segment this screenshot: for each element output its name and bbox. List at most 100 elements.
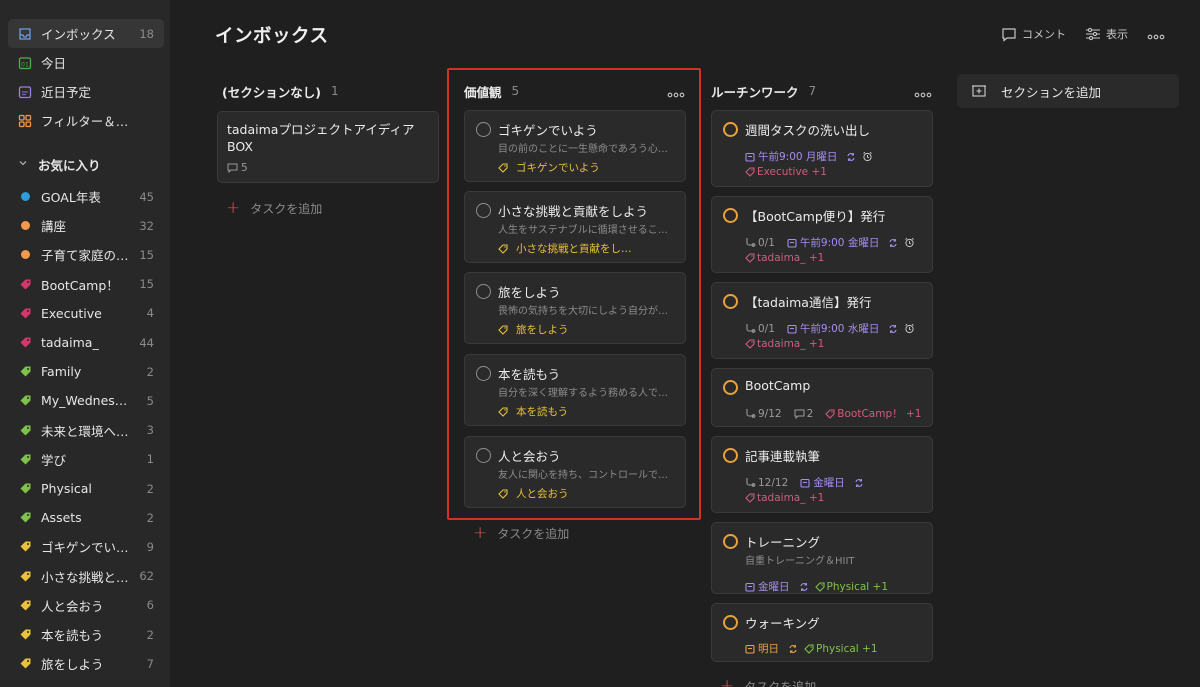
favorite-item[interactable]: 旅をしよう 7 [8, 649, 164, 678]
project-dot-icon [18, 219, 32, 233]
task-meta: 0/1 午前9:00 金曜日 [745, 235, 921, 250]
add-section-icon [971, 83, 987, 99]
label-tag-icon [18, 511, 32, 525]
view-button[interactable]: 表示 [1085, 26, 1128, 42]
label-tag-icon [18, 540, 32, 554]
section-header-values: 価値観 5 [464, 80, 519, 102]
task-checkbox[interactable] [476, 366, 491, 381]
task-checkbox[interactable] [723, 448, 738, 463]
task-meta: 明日 Physical +1 [745, 641, 890, 656]
comment-icon [1001, 27, 1017, 42]
task-checkbox[interactable] [723, 122, 738, 137]
favorite-label: My_Wednes… [41, 393, 128, 409]
add-task-button[interactable]: + タスクを追加 [226, 198, 322, 218]
add-section-button[interactable]: セクションを追加 [957, 74, 1179, 108]
subtask-progress: 9/12 [745, 408, 788, 420]
more-options-button[interactable] [1147, 30, 1165, 43]
task-checkbox[interactable] [723, 615, 738, 630]
task-label-text: tadaima_ +1 [757, 252, 825, 264]
task-checkbox[interactable] [476, 284, 491, 299]
task-label-text: Physical +1 [826, 580, 889, 593]
task-card[interactable]: 旅をしよう畏怖の気持ちを大切にしよう自分が小さく感じる体験旅をしよう [464, 272, 686, 344]
favorites-header[interactable]: お気に入り [18, 152, 164, 176]
favorite-item[interactable]: 学び 1 [8, 445, 164, 474]
nav-inbox[interactable]: インボックス 18 [8, 19, 164, 48]
task-card[interactable]: 週間タスクの洗い出し 午前9:00 月曜日 Executive +1 [711, 110, 933, 187]
favorite-item[interactable]: 子育て家庭の… 15 [8, 240, 164, 269]
task-checkbox[interactable] [723, 294, 738, 309]
section-more-button[interactable] [667, 84, 687, 98]
task-card[interactable]: BootCamp 9/12 2 BootCamp！ +1 [711, 368, 933, 427]
favorite-item[interactable]: Assets 2 [8, 503, 164, 532]
alarm-icon [862, 151, 873, 162]
task-checkbox[interactable] [476, 203, 491, 218]
task-label: 人と会おう [516, 488, 569, 500]
task-card[interactable]: tadaimaプロジェクトアイディア BOX 5 [217, 111, 439, 183]
due-date: 金曜日 [800, 475, 864, 490]
task-title: ウォーキング [745, 616, 820, 631]
calendar-today-icon: 01 [18, 56, 32, 70]
task-card[interactable]: 【tadaima通信】発行 0/1 午前9:00 水曜日 tadaima_ +1 [711, 282, 933, 359]
task-label: Physical +1 [804, 643, 884, 655]
task-meta: 本を読もう [498, 404, 574, 419]
task-card[interactable]: 記事連載執筆 12/12 金曜日 tadaima_ +1 [711, 436, 933, 513]
label-tag-icon [498, 406, 510, 417]
task-meta: 午前9:00 月曜日 [745, 149, 879, 164]
favorite-label: 未来と環境へ… [41, 423, 129, 439]
task-card[interactable]: ゴキゲンでいよう目の前のことに一生懸命であろう心がけようゴキゲンでいよう [464, 110, 686, 182]
task-card[interactable]: 小さな挑戦と貢献をしよう人生をサステナブルに循環させることを意識しよう小さな挑戦… [464, 191, 686, 263]
favorite-item[interactable]: ゴキゲンでい… 9 [8, 532, 164, 561]
add-task-button[interactable]: + タスクを追加 [720, 676, 816, 687]
task-label: 旅をしよう [516, 324, 569, 336]
nav-label: 近日予定 [41, 85, 92, 100]
task-checkbox[interactable] [723, 208, 738, 223]
task-card[interactable]: ウォーキング明日 Physical +1 [711, 603, 933, 662]
task-checkbox[interactable] [723, 534, 738, 549]
task-label: tadaima_ +1 [745, 338, 830, 350]
task-card[interactable]: トレーニング 自重トレーニング＆HIIT 金曜日 Physical +1 [711, 522, 933, 594]
favorite-item[interactable]: 人と会おう 6 [8, 591, 164, 620]
task-checkbox[interactable] [723, 380, 738, 395]
section-title: (セクションなし) [222, 84, 321, 100]
favorite-item[interactable]: 本を読もう 2 [8, 620, 164, 649]
subtask-progress: 12/12 [745, 477, 794, 489]
nav-today[interactable]: 01 今日 [8, 48, 164, 77]
subtask-count: 9/12 [758, 407, 782, 420]
task-card[interactable]: 人と会おう友人に関心を持ち、コントロールできないものを受け入れよう人と会おう [464, 436, 686, 508]
due-date: 午前9:00 水曜日 [787, 321, 898, 336]
calendar-upcoming-icon [18, 85, 32, 99]
plus-icon: + [720, 676, 735, 687]
favorite-item[interactable]: Executive 4 [8, 299, 164, 328]
favorite-item[interactable]: BootCamp！ 15 [8, 270, 164, 299]
favorite-item[interactable]: 講座 32 [8, 211, 164, 240]
favorite-label: 講座 [41, 219, 67, 235]
favorite-item[interactable]: tadaima_ 44 [8, 328, 164, 357]
favorite-item[interactable]: Physical 2 [8, 474, 164, 503]
label-tag-icon [18, 628, 32, 642]
section-more-button[interactable] [914, 84, 934, 98]
label-tag-icon [18, 423, 32, 437]
task-description: 自重トレーニング＆HIIT [745, 556, 855, 567]
favorite-item[interactable]: My_Wednes… 5 [8, 386, 164, 415]
favorite-count: 3 [146, 423, 154, 438]
favorite-item[interactable]: 未来と環境へ… 3 [8, 416, 164, 445]
task-card[interactable]: 【BootCamp便り】発行 0/1 午前9:00 金曜日 tadaima_ +1 [711, 196, 933, 273]
favorite-item[interactable]: Family 2 [8, 357, 164, 386]
task-checkbox[interactable] [476, 122, 491, 137]
task-checkbox[interactable] [476, 448, 491, 463]
add-task-label: タスクを追加 [497, 526, 570, 541]
comment-button[interactable]: コメント [1001, 26, 1066, 42]
favorite-count: 62 [139, 569, 154, 584]
task-title: 記事連載執筆 [745, 449, 821, 464]
due-date-text: 金曜日 [813, 477, 845, 489]
task-description: 畏怖の気持ちを大切にしよう自分が小さく感じる体験 [498, 306, 673, 317]
favorite-item[interactable]: 小さな挑戦と… 62 [8, 562, 164, 591]
comment-count: 2 [806, 407, 814, 420]
nav-filters-labels[interactable]: フィルター＆ラベル [8, 106, 164, 135]
task-card[interactable]: 本を読もう 自分を深く理解するよう務める人でいよう 本を読もう [464, 354, 686, 426]
favorite-item[interactable]: GOAL年表 45 [8, 182, 164, 211]
due-date-text: 午前9:00 月曜日 [758, 151, 838, 163]
add-task-button[interactable]: + タスクを追加 [473, 523, 569, 543]
nav-upcoming[interactable]: 近日予定 [8, 77, 164, 106]
task-description: 人生をサステナブルに循環させることを意識しよう [498, 225, 673, 236]
